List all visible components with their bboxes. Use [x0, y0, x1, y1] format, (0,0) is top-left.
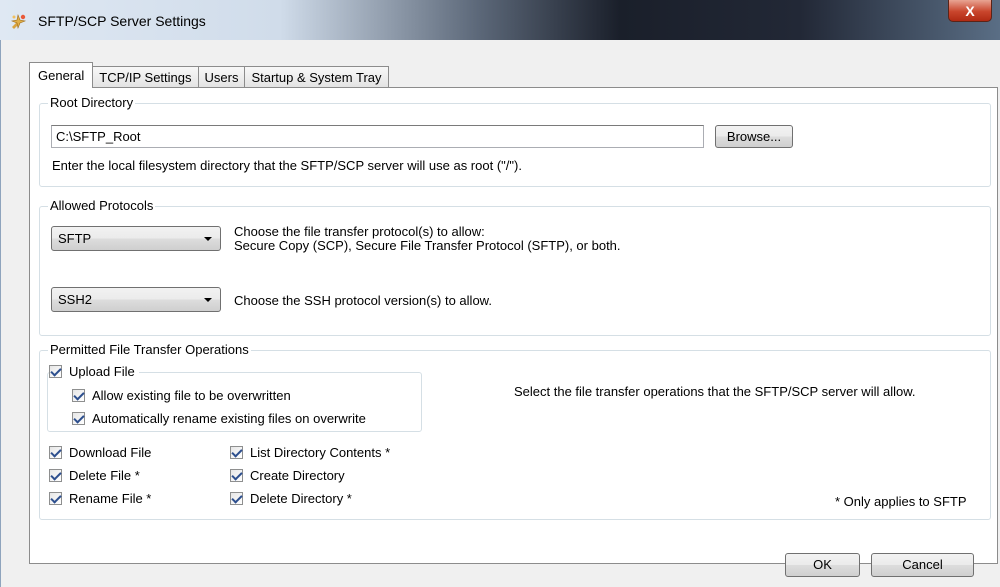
ssh-version-select[interactable]: SSH2	[51, 287, 221, 312]
delete-directory-label: Delete Directory *	[250, 491, 352, 506]
rename-file-checkbox[interactable]: Rename File *	[49, 491, 151, 506]
tab-users[interactable]: Users	[197, 66, 246, 88]
download-file-checkbox[interactable]: Download File	[49, 445, 151, 460]
transfer-protocol-select[interactable]: SFTP	[51, 226, 221, 251]
list-directory-checkbox[interactable]: List Directory Contents *	[230, 445, 390, 460]
tab-general[interactable]: General	[29, 62, 94, 88]
close-icon: X	[965, 2, 975, 19]
checkbox-checked-icon	[49, 446, 62, 459]
checkbox-checked-icon	[72, 389, 85, 402]
list-directory-label: List Directory Contents *	[250, 445, 391, 460]
create-directory-checkbox[interactable]: Create Directory	[230, 468, 345, 483]
tab-tcpip-settings[interactable]: TCP/IP Settings	[92, 66, 199, 88]
root-directory-help: Enter the local filesystem directory tha…	[52, 158, 522, 173]
checkbox-checked-icon	[230, 446, 243, 459]
close-button[interactable]: X	[948, 0, 992, 22]
root-directory-input[interactable]: C:\SFTP_Root	[51, 125, 704, 148]
permitted-ops-label: Permitted File Transfer Operations	[48, 342, 251, 357]
app-icon	[9, 12, 29, 32]
rename-file-label: Rename File *	[69, 491, 152, 506]
checkbox-checked-icon	[230, 492, 243, 505]
cancel-button[interactable]: Cancel	[871, 553, 974, 577]
chevron-down-icon	[204, 237, 212, 241]
auto-rename-checkbox[interactable]: Automatically rename existing files on o…	[72, 411, 366, 426]
sftp-footnote: * Only applies to SFTP	[835, 494, 967, 509]
auto-rename-label: Automatically rename existing files on o…	[92, 411, 366, 426]
root-directory-group: Root Directory C:\SFTP_Root Browse... En…	[39, 95, 991, 187]
ssh-version-help: Choose the SSH protocol version(s) to al…	[234, 293, 492, 308]
root-directory-label: Root Directory	[48, 95, 136, 110]
title-bar: SFTP/SCP Server Settings X	[0, 0, 1000, 40]
tab-startup-system-tray[interactable]: Startup & System Tray	[244, 66, 389, 88]
transfer-protocol-help-2: Secure Copy (SCP), Secure File Transfer …	[234, 238, 621, 253]
ssh-version-value: SSH2	[58, 292, 92, 307]
transfer-protocol-help-1: Choose the file transfer protocol(s) to …	[234, 224, 485, 239]
permitted-ops-group: Permitted File Transfer Operations Uploa…	[39, 342, 991, 520]
allow-overwrite-checkbox[interactable]: Allow existing file to be overwritten	[72, 388, 291, 403]
window-title: SFTP/SCP Server Settings	[38, 13, 206, 29]
ok-button[interactable]: OK	[785, 553, 860, 577]
chevron-down-icon	[204, 298, 212, 302]
download-file-label: Download File	[69, 445, 152, 460]
tab-strip: General TCP/IP Settings Users Startup & …	[29, 62, 389, 88]
checkbox-checked-icon	[49, 469, 62, 482]
dialog-body: General TCP/IP Settings Users Startup & …	[0, 40, 1000, 587]
create-directory-label: Create Directory	[250, 468, 345, 483]
delete-file-checkbox[interactable]: Delete File *	[49, 468, 140, 483]
upload-file-label: Upload File	[69, 364, 135, 379]
upload-file-checkbox[interactable]: Upload File	[49, 364, 139, 379]
allowed-protocols-label: Allowed Protocols	[48, 198, 156, 213]
checkbox-checked-icon	[72, 412, 85, 425]
checkbox-checked-icon	[49, 492, 62, 505]
permitted-ops-help: Select the file transfer operations that…	[514, 384, 916, 399]
checkbox-checked-icon	[49, 365, 62, 378]
allowed-protocols-group: Allowed Protocols SFTP Choose the file t…	[39, 198, 991, 336]
transfer-protocol-value: SFTP	[58, 231, 92, 246]
checkbox-checked-icon	[230, 469, 243, 482]
general-tab-panel: Root Directory C:\SFTP_Root Browse... En…	[29, 87, 998, 564]
delete-directory-checkbox[interactable]: Delete Directory *	[230, 491, 352, 506]
browse-button[interactable]: Browse...	[715, 125, 793, 148]
delete-file-label: Delete File *	[69, 468, 140, 483]
allow-overwrite-label: Allow existing file to be overwritten	[92, 388, 291, 403]
